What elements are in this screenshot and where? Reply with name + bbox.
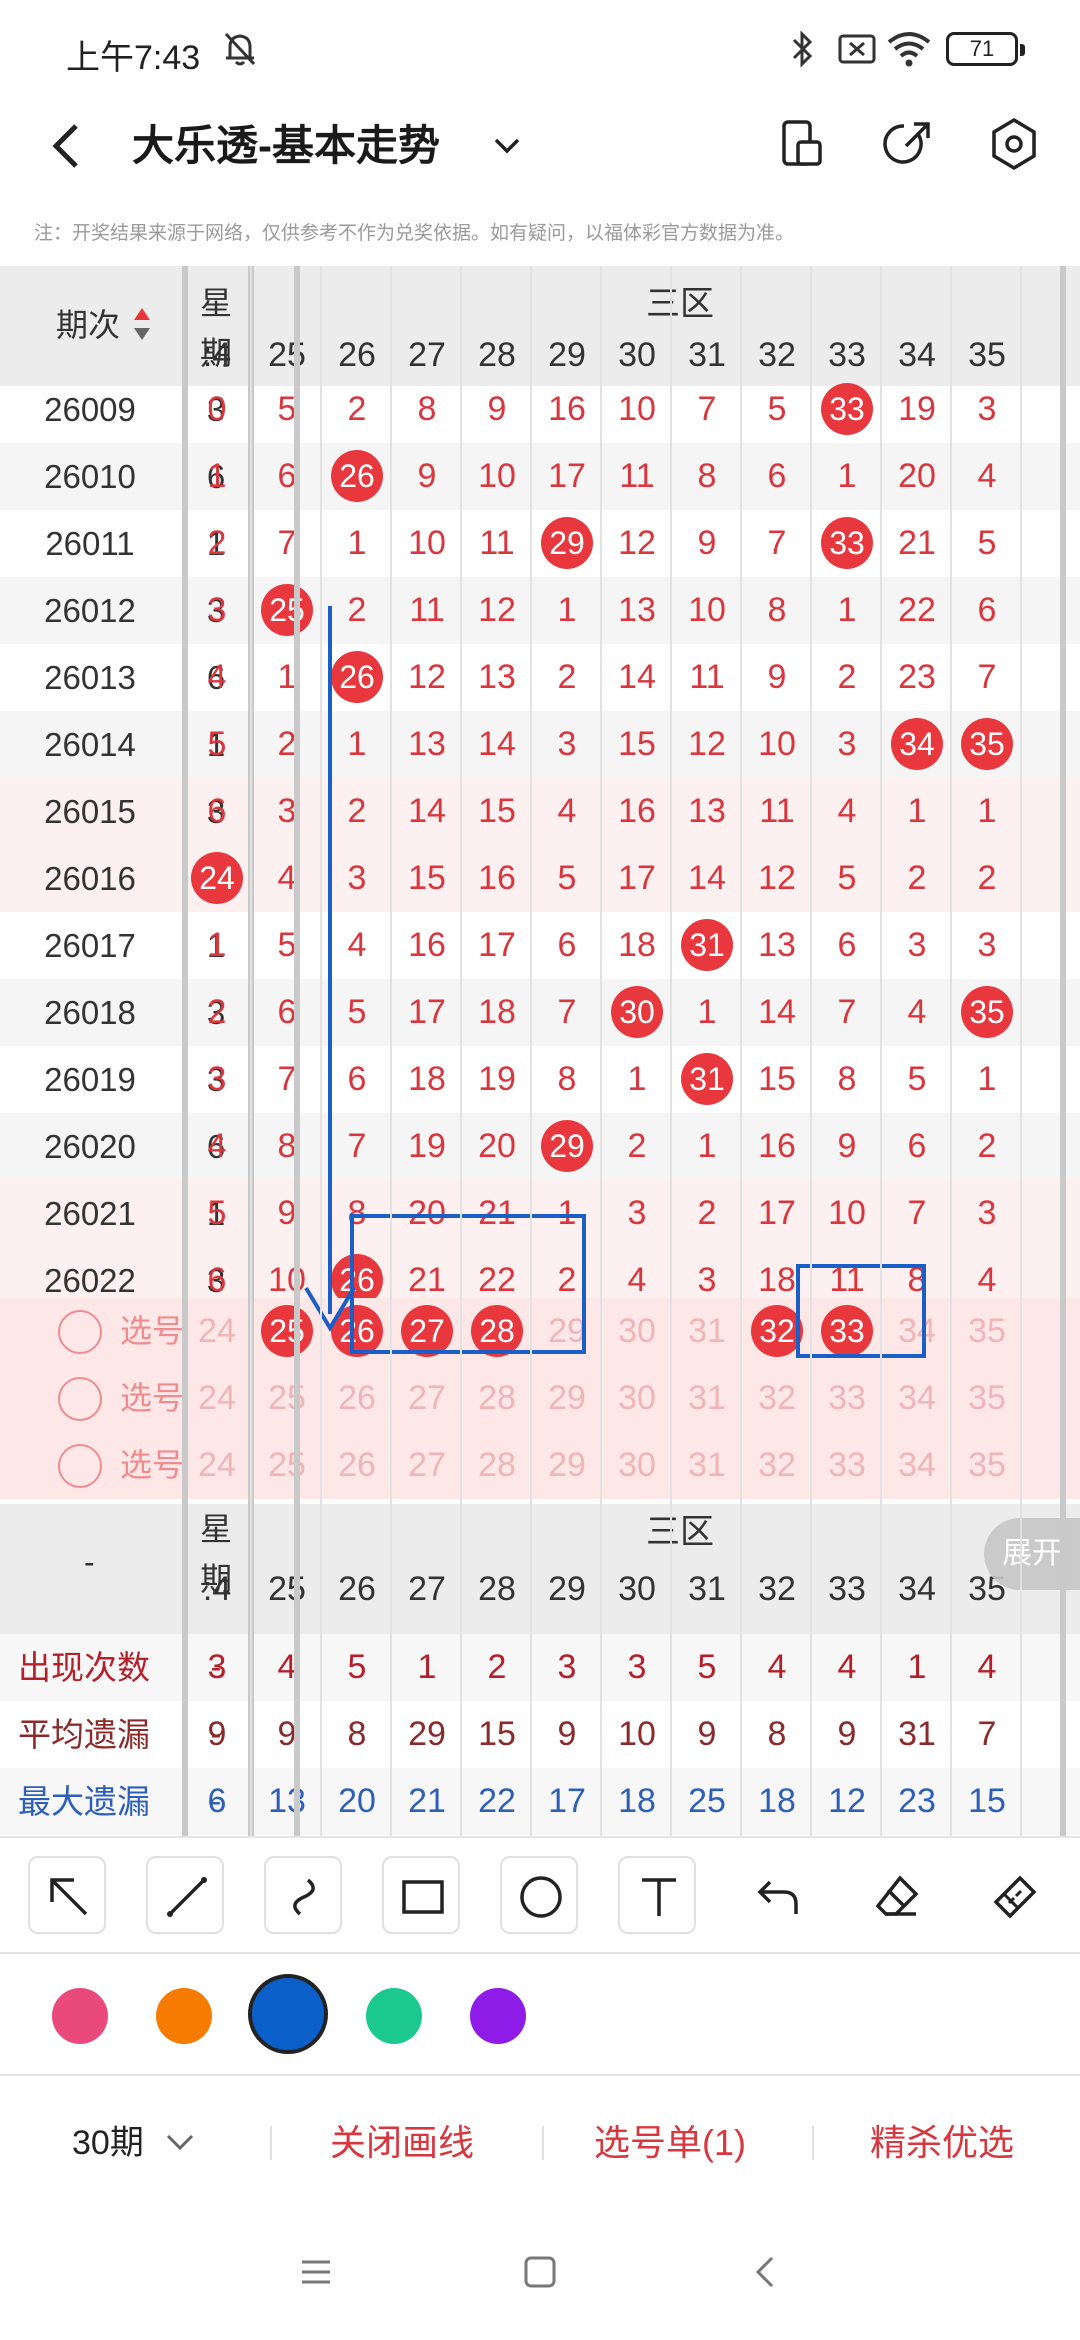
arrow-tool[interactable] xyxy=(28,1856,106,1934)
circle-icon xyxy=(520,1876,562,1918)
drawing-overlay[interactable] xyxy=(0,266,1080,1836)
grid-line xyxy=(1060,266,1066,1836)
status-time: 上午7:43 xyxy=(66,39,201,77)
grid-line xyxy=(670,266,672,1836)
grid-line xyxy=(950,266,952,1836)
back-arrow-icon[interactable] xyxy=(46,116,86,176)
undo-icon xyxy=(757,1880,798,1914)
bluetooth-icon xyxy=(792,30,813,68)
color-swatch[interactable] xyxy=(470,1988,526,2044)
separator xyxy=(542,2126,544,2160)
color-swatch[interactable] xyxy=(248,1974,328,2054)
text-tool[interactable] xyxy=(618,1856,696,1934)
grid-line xyxy=(460,266,462,1836)
ticket-button[interactable]: 选号单(1) xyxy=(594,2076,746,2210)
clear-all-tool[interactable] xyxy=(974,1856,1052,1934)
separator xyxy=(270,2126,272,2160)
color-swatch[interactable] xyxy=(366,1988,422,2044)
page-title[interactable]: 大乐透-基本走势 xyxy=(132,116,440,176)
arrow-up-left-icon xyxy=(50,1878,88,1916)
app-header: 大乐透-基本走势 xyxy=(0,96,1080,216)
line-tool[interactable] xyxy=(146,1856,224,1934)
grid-line xyxy=(740,266,742,1836)
color-palette xyxy=(0,1952,1080,2074)
bottom-action-bar: 30期 关闭画线 选号单(1) 精杀优选 xyxy=(0,2074,1080,2208)
disclaimer-note: 注：开奖结果来源于网络，仅供参考不作为兑奖依据。如有疑问，以福体彩官方数据为准。 xyxy=(34,223,795,244)
chevron-down-icon[interactable] xyxy=(490,126,524,166)
text-icon xyxy=(642,1878,676,1916)
circle-tool[interactable] xyxy=(500,1856,578,1934)
grid-line xyxy=(182,266,188,1836)
notifications-off-icon xyxy=(224,32,256,66)
grid-line xyxy=(294,266,300,1836)
chevron-down-icon[interactable] xyxy=(164,2130,196,2156)
grid-line xyxy=(390,266,392,1836)
trend-table[interactable]: 期次 星期 三区 :4 25 26 27 28 29 30 31 32 33 34 35 26009 3… xyxy=(0,266,1080,1836)
battery-icon: 71 xyxy=(946,32,1025,66)
grid-line xyxy=(530,266,532,1836)
broom-icon xyxy=(993,1875,1037,1919)
back-icon[interactable] xyxy=(748,2254,784,2290)
grid-line xyxy=(250,266,252,1836)
grid-line xyxy=(810,266,812,1836)
color-swatch[interactable] xyxy=(52,1988,108,2044)
drawn-rectangle-2 xyxy=(796,1264,926,1358)
color-swatch[interactable] xyxy=(156,1988,212,2044)
status-bar: 上午7:43 71 xyxy=(0,0,1080,96)
eraser-tool[interactable] xyxy=(856,1856,934,1934)
home-icon[interactable] xyxy=(522,2254,558,2290)
rectangle-tool[interactable] xyxy=(382,1856,460,1934)
curve-tool[interactable] xyxy=(264,1856,342,1934)
separator xyxy=(812,2126,814,2160)
rectangle-icon xyxy=(402,1880,444,1914)
grid-line xyxy=(320,266,322,1836)
grid-line xyxy=(1020,266,1022,1836)
battery-level: 71 xyxy=(969,36,995,61)
close-lines-button[interactable]: 关闭画线 xyxy=(330,2076,474,2210)
wifi-icon xyxy=(887,32,931,67)
line-icon xyxy=(167,1877,207,1917)
grid-line xyxy=(600,266,602,1836)
best-picks-button[interactable]: 精杀优选 xyxy=(870,2076,1014,2210)
system-nav-bar xyxy=(0,2208,1080,2340)
undo-tool[interactable] xyxy=(736,1856,814,1934)
drawn-rectangle-1 xyxy=(350,1214,586,1354)
no-sim-icon xyxy=(838,34,876,64)
share-icon[interactable] xyxy=(876,114,936,174)
period-selector[interactable]: 30期 xyxy=(72,2076,144,2210)
drawing-toolbar xyxy=(0,1836,1080,1952)
phone-layout-icon[interactable] xyxy=(772,114,832,174)
eraser-icon xyxy=(875,1875,919,1916)
menu-icon[interactable] xyxy=(298,2254,334,2290)
curve-icon xyxy=(293,1878,315,1916)
grid-line xyxy=(880,266,882,1836)
settings-icon[interactable] xyxy=(984,114,1044,174)
